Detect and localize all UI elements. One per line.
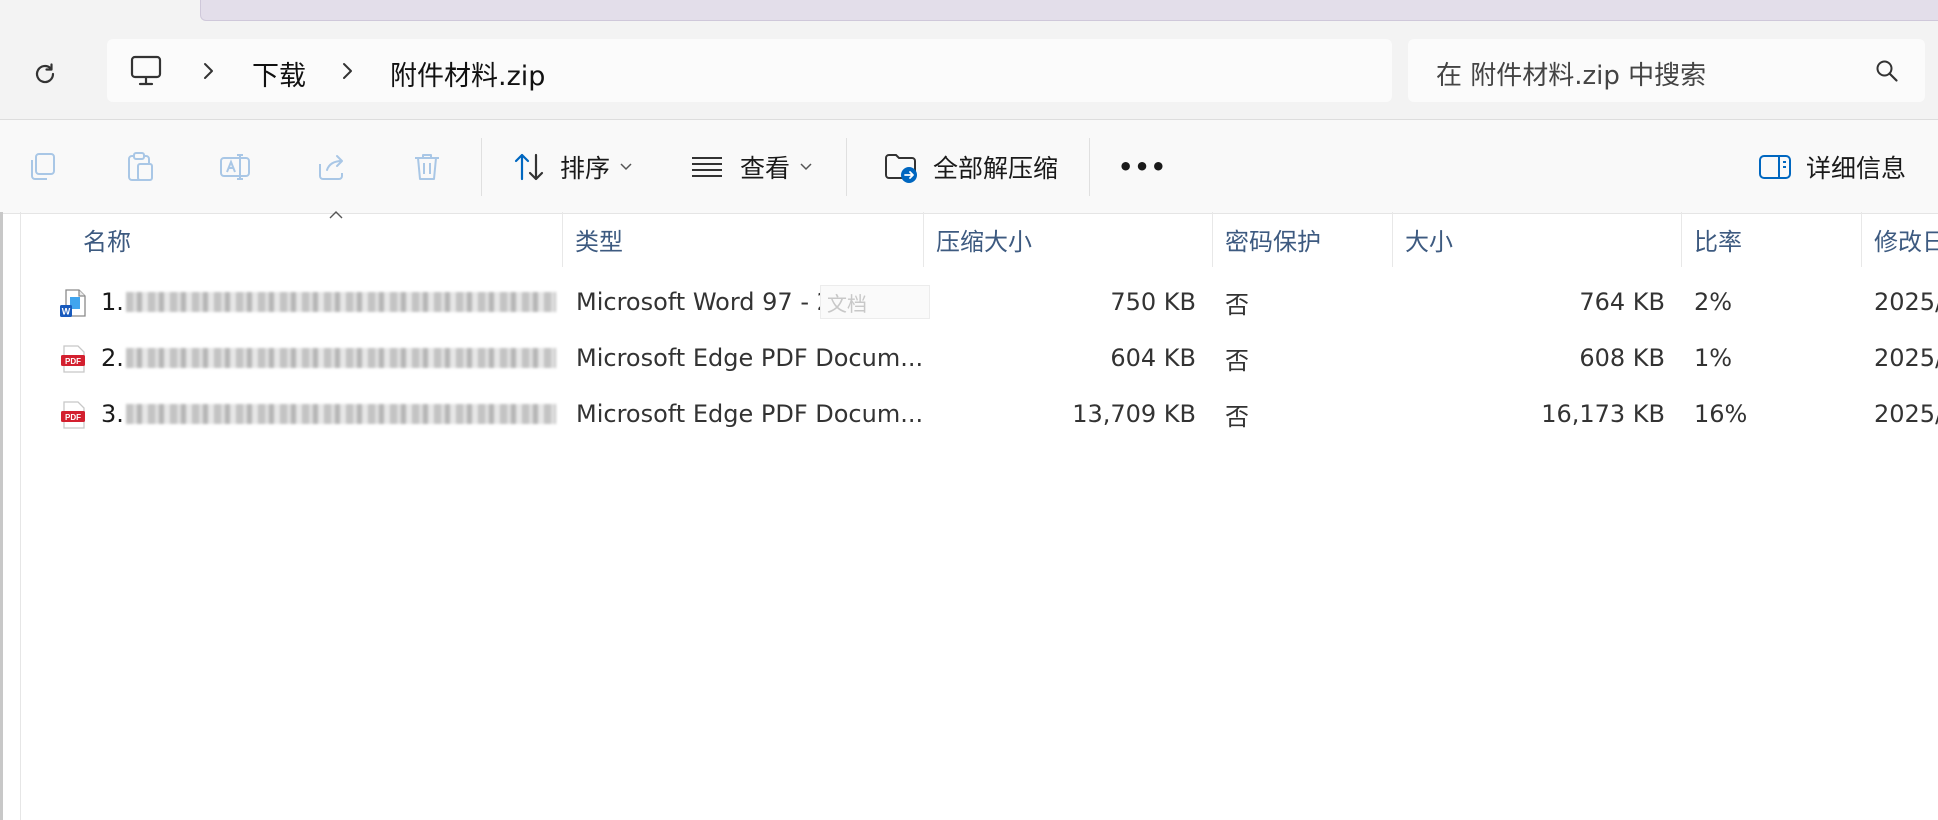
view-label: 查看: [740, 154, 791, 183]
file-name[interactable]: 2.: [101, 330, 556, 386]
column-compressed-size[interactable]: 压缩大小: [924, 212, 1212, 267]
compressed-size: 13,709 KB: [1072, 400, 1196, 428]
breadcrumb-downloads[interactable]: 下载: [252, 54, 306, 93]
file-type: Microsoft Edge PDF Docum...: [576, 344, 921, 372]
tab-strip: [0, 0, 1938, 22]
share-icon[interactable]: [314, 150, 348, 184]
divider: [846, 138, 847, 196]
divider: [481, 138, 482, 196]
redacted-text: [125, 404, 556, 424]
sort-button[interactable]: 排序: [512, 138, 632, 196]
column-type-label: 类型: [575, 228, 623, 256]
file-size: 608 KB: [1579, 344, 1665, 372]
column-type[interactable]: 类型: [563, 212, 923, 267]
column-password-label: 密码保护: [1225, 228, 1321, 256]
column-ratio[interactable]: 比率: [1682, 212, 1861, 267]
copy-icon[interactable]: [26, 150, 60, 184]
file-name[interactable]: 3.: [101, 386, 556, 442]
column-ratio-label: 比率: [1694, 228, 1742, 256]
details-label: 详细信息: [1806, 154, 1907, 183]
computer-icon[interactable]: [129, 55, 163, 87]
column-compressed-label: 压缩大小: [936, 228, 1032, 256]
sort-icon: [514, 153, 544, 181]
word-doc-icon: W: [60, 289, 86, 317]
column-header: 名称 类型 压缩大小 密码保护 大小 比率 修改日: [21, 211, 1938, 267]
sort-label: 排序: [560, 154, 611, 183]
sort-ascending-icon: [329, 211, 343, 219]
details-button[interactable]: 详细信息: [1758, 138, 1906, 196]
paste-icon[interactable]: [123, 150, 157, 184]
column-size[interactable]: 大小: [1393, 212, 1681, 267]
column-password[interactable]: 密码保护: [1213, 212, 1392, 267]
file-size: 764 KB: [1579, 288, 1665, 316]
refresh-icon: [35, 63, 55, 84]
extract-folder-icon: [885, 154, 917, 183]
column-size-label: 大小: [1405, 228, 1453, 256]
password-protected: 否: [1225, 346, 1249, 375]
file-type: Microsoft Edge PDF Docum...: [576, 400, 921, 428]
compression-ratio: 1%: [1694, 344, 1733, 372]
file-row[interactable]: PDF 2. Microsoft Edge PDF Docum... 604 K…: [21, 330, 1938, 386]
file-size: 16,173 KB: [1541, 400, 1665, 428]
more-options-button[interactable]: •••: [1118, 138, 1167, 196]
rename-icon[interactable]: [218, 150, 252, 184]
pdf-icon: PDF: [61, 401, 85, 429]
modified-date: 2025/: [1874, 344, 1938, 372]
column-name[interactable]: 名称: [71, 212, 561, 267]
chevron-down-icon: [620, 163, 632, 171]
tooltip-ghost: 文档: [820, 285, 930, 319]
svg-text:W: W: [62, 307, 71, 317]
compressed-size: 750 KB: [1110, 288, 1196, 316]
breadcrumb-zip[interactable]: 附件材料.zip: [390, 54, 545, 93]
compression-ratio: 2%: [1694, 288, 1733, 316]
redacted-text: [125, 348, 556, 368]
refresh-button[interactable]: [22, 51, 68, 97]
compression-ratio: 16%: [1694, 400, 1748, 428]
view-button[interactable]: 查看: [690, 138, 812, 196]
file-row[interactable]: PDF 3. Microsoft Edge PDF Docum... 13,70…: [21, 386, 1938, 442]
svg-text:PDF: PDF: [65, 413, 81, 422]
extract-all-label: 全部解压缩: [933, 154, 1059, 183]
chevron-right-icon[interactable]: [199, 59, 219, 83]
address-bar[interactable]: 下载 附件材料.zip: [107, 39, 1392, 102]
extract-all-button[interactable]: 全部解压缩: [883, 138, 1058, 196]
modified-date: 2025/: [1874, 400, 1938, 428]
command-bar: 排序 查看 全部解压缩 ••• 详细信息: [0, 119, 1938, 214]
details-pane-icon: [1759, 155, 1791, 179]
search-box[interactable]: 在 附件材料.zip 中搜索: [1408, 39, 1925, 102]
modified-date: 2025/: [1874, 288, 1938, 316]
file-name-prefix: 1.: [101, 288, 124, 316]
file-row[interactable]: W 1. Microsoft Word 97 - 2003 ... 750 KB…: [21, 274, 1938, 330]
navigation-bar: 下载 附件材料.zip 在 附件材料.zip 中搜索: [0, 22, 1938, 119]
column-name-label: 名称: [83, 228, 131, 256]
view-list-icon: [692, 157, 722, 177]
file-name[interactable]: 1.: [101, 274, 556, 330]
divider: [1089, 138, 1090, 196]
chevron-right-icon[interactable]: [338, 59, 358, 83]
chevron-down-icon: [800, 163, 812, 171]
compressed-size: 604 KB: [1110, 344, 1196, 372]
more-icon: •••: [1118, 153, 1168, 181]
pdf-icon: PDF: [61, 345, 85, 373]
file-list-empty-area[interactable]: [21, 442, 1938, 820]
delete-icon[interactable]: [410, 150, 444, 184]
active-tab-edge[interactable]: [200, 0, 1938, 21]
search-icon[interactable]: [1874, 58, 1900, 84]
password-protected: 否: [1225, 290, 1249, 319]
column-modified[interactable]: 修改日: [1862, 212, 1938, 267]
password-protected: 否: [1225, 402, 1249, 431]
file-name-prefix: 2.: [101, 344, 124, 372]
svg-text:PDF: PDF: [65, 357, 81, 366]
redacted-text: [125, 292, 556, 312]
search-input[interactable]: 在 附件材料.zip 中搜索: [1436, 55, 1706, 92]
window-edge: [0, 212, 3, 820]
column-modified-label: 修改日: [1874, 228, 1938, 256]
file-name-prefix: 3.: [101, 400, 124, 428]
